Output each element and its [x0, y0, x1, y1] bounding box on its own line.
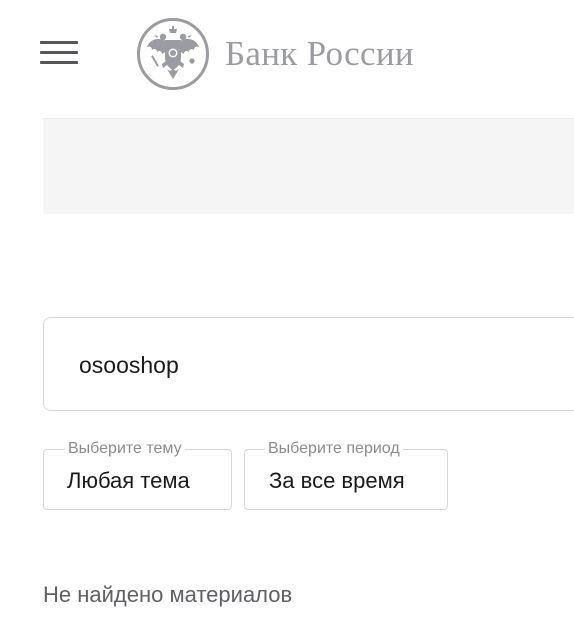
period-select[interactable]: Выберите период За все время — [244, 440, 448, 510]
hamburger-menu-icon[interactable] — [40, 40, 78, 66]
period-select-value: За все время — [269, 468, 405, 493]
topic-select[interactable]: Выберите тему Любая тема — [43, 440, 232, 510]
bank-logo-link[interactable]: Банк России — [136, 17, 436, 91]
double-headed-eagle-emblem-icon — [137, 18, 209, 90]
bank-name: Банк России — [225, 34, 414, 73]
menu-line — [40, 41, 78, 44]
search-input[interactable] — [79, 348, 559, 382]
topic-select-legend: Выберите тему — [65, 440, 185, 458]
banner-placeholder — [43, 118, 574, 214]
menu-line — [40, 51, 78, 54]
site-header: Банк России — [0, 0, 574, 106]
page: Банк России Выберите тему Любая тема Выб… — [0, 0, 574, 635]
period-select-legend: Выберите период — [265, 440, 403, 458]
no-results-message: Не найдено материалов — [43, 582, 293, 607]
topic-select-value: Любая тема — [67, 468, 190, 493]
search-box[interactable] — [43, 317, 574, 411]
menu-line — [40, 61, 78, 64]
